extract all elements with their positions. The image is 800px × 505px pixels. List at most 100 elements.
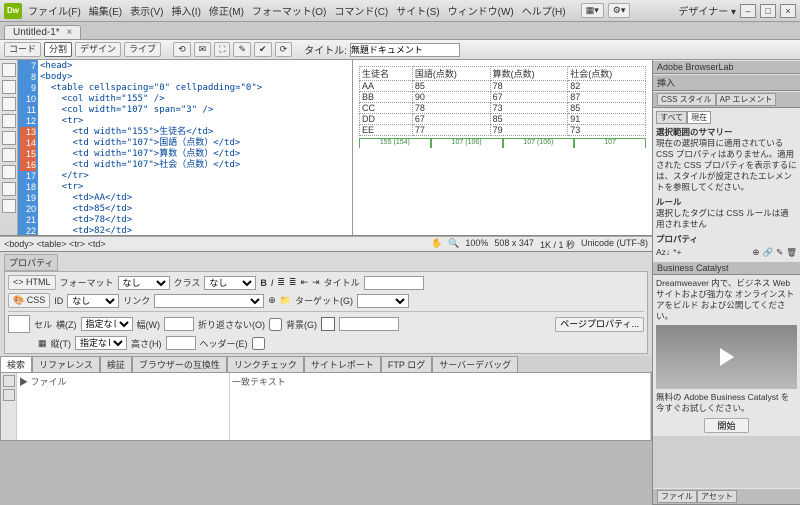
properties-title[interactable]: プロパティ <box>4 254 58 271</box>
html-mode-tab[interactable]: <> HTML <box>8 275 56 290</box>
gutter-icon[interactable] <box>2 131 16 145</box>
toolbar-icon-3[interactable]: ⛶ <box>214 42 230 57</box>
results-stop-icon[interactable] <box>3 389 15 401</box>
results-tab[interactable]: FTP ログ <box>381 356 432 372</box>
viewport-size[interactable]: 508 x 347 <box>494 238 534 251</box>
cell-icon[interactable] <box>8 315 30 333</box>
results-tab[interactable]: 検索 <box>0 356 32 372</box>
toolbar-icon-1[interactable]: ⟲ <box>173 42 191 57</box>
nowrap-checkbox[interactable] <box>269 318 282 331</box>
css-mode-tab[interactable]: 🎨 CSS <box>8 293 50 308</box>
tag-breadcrumb[interactable]: <body> <table> <tr> <td> <box>4 239 106 249</box>
results-tab[interactable]: サーバーデバッグ <box>432 356 518 372</box>
view-code-button[interactable]: コード <box>4 42 41 57</box>
italic-button[interactable]: I <box>271 278 274 288</box>
link-target-icon[interactable]: ⊕ <box>268 295 276 306</box>
target-select[interactable] <box>357 294 409 308</box>
css-panel-header[interactable]: CSS スタイル AP エレメント <box>653 91 800 108</box>
results-tab[interactable]: サイトレポート <box>304 356 381 372</box>
width-input[interactable] <box>164 317 194 331</box>
view-design-button[interactable]: デザイン <box>75 42 121 57</box>
menu-insert[interactable]: 挿入(I) <box>171 3 200 18</box>
css-add-icon[interactable]: Az↓ <box>656 247 670 258</box>
zoom-tool-icon[interactable]: 🔍 <box>448 238 459 251</box>
toolbar-icon-5[interactable]: ✔ <box>254 42 272 57</box>
code-view[interactable]: 7891011121314151617181920212223242526272… <box>18 60 352 235</box>
format-select[interactable]: なし <box>118 276 170 290</box>
menu-file[interactable]: ファイル(F) <box>28 3 81 18</box>
bg-swatch[interactable] <box>321 317 335 331</box>
menu-help[interactable]: ヘルプ(H) <box>522 3 566 18</box>
design-view[interactable]: 生徒名国語(点数)算数(点数)社会(点数)AA857882BB906787CC7… <box>352 60 652 235</box>
outdent-icon[interactable]: ⇤ <box>300 277 308 288</box>
browserlab-panel-header[interactable]: Adobe BrowserLab <box>653 60 800 74</box>
document-tab[interactable]: Untitled-1* × <box>4 25 81 39</box>
layout-icon[interactable]: ▦▾ <box>581 3 604 18</box>
list-ul-icon[interactable]: ≣ <box>277 277 285 288</box>
height-input[interactable] <box>166 336 196 350</box>
document-tab-close[interactable]: × <box>66 27 72 38</box>
id-select[interactable]: なし <box>67 294 119 308</box>
menu-site[interactable]: サイト(S) <box>396 3 439 18</box>
css-trash-icon[interactable]: 🗑 <box>786 247 797 258</box>
title2-input[interactable] <box>364 276 424 290</box>
gutter-icon[interactable] <box>2 182 16 196</box>
css-new-icon[interactable]: ⊕ <box>752 247 759 258</box>
css-styles-tab[interactable]: CSS スタイル <box>657 93 716 106</box>
indent-icon[interactable]: ⇥ <box>312 277 320 288</box>
vert-select[interactable]: 指定なし <box>75 336 127 350</box>
toolbar-icon-6[interactable]: ⟳ <box>275 42 293 57</box>
close-button[interactable]: × <box>780 4 796 18</box>
bold-button[interactable]: B <box>260 278 267 288</box>
workspace-switcher[interactable]: デザイナー ▾ <box>678 3 736 18</box>
bc-start-button[interactable]: 開始 <box>704 418 748 433</box>
bg-input[interactable] <box>339 317 399 331</box>
gutter-icon[interactable] <box>2 165 16 179</box>
page-properties-button[interactable]: ページプロパティ... <box>555 317 644 332</box>
files-tab[interactable]: ファイル <box>657 490 697 503</box>
css-current-tab[interactable]: 現在 <box>687 111 711 124</box>
gutter-icon[interactable] <box>2 114 16 128</box>
menu-edit[interactable]: 編集(E) <box>89 3 122 18</box>
gutter-icon[interactable] <box>2 199 16 213</box>
gutter-icon[interactable] <box>2 80 16 94</box>
horz-select[interactable]: 指定なし <box>81 317 133 331</box>
link-select[interactable] <box>154 294 264 308</box>
title-input[interactable] <box>350 43 460 57</box>
class-select[interactable]: なし <box>204 276 256 290</box>
results-tab[interactable]: 検証 <box>100 356 132 372</box>
gutter-icon[interactable] <box>2 97 16 111</box>
minimize-button[interactable]: – <box>740 4 756 18</box>
results-tab[interactable]: リンクチェック <box>227 356 304 372</box>
merge-split-icon[interactable]: ▦ <box>38 338 47 349</box>
maximize-button[interactable]: □ <box>760 4 776 18</box>
bc-panel-header[interactable]: Business Catalyst <box>653 261 800 275</box>
assets-tab[interactable]: アセット <box>697 490 737 503</box>
menu-commands[interactable]: コマンド(C) <box>334 3 388 18</box>
link-folder-icon[interactable]: 📁 <box>280 295 291 306</box>
css-all-tab[interactable]: すべて <box>656 111 687 124</box>
view-split-button[interactable]: 分割 <box>44 42 72 57</box>
toolbar-icon-4[interactable]: ✎ <box>233 42 251 57</box>
ap-elements-tab[interactable]: AP エレメント <box>716 93 777 106</box>
list-ol-icon[interactable]: ≣ <box>289 277 297 288</box>
css-link-icon[interactable]: 🔗 <box>762 247 773 258</box>
insert-panel-header[interactable]: 挿入 <box>653 74 800 91</box>
menu-view[interactable]: 表示(V) <box>130 3 163 18</box>
menu-window[interactable]: ウィンドウ(W) <box>448 3 514 18</box>
bc-promo-image[interactable] <box>656 325 797 389</box>
hand-tool-icon[interactable]: ✋ <box>431 238 442 251</box>
gutter-icon[interactable] <box>2 148 16 162</box>
menu-modify[interactable]: 修正(M) <box>209 3 244 18</box>
design-table[interactable]: 生徒名国語(点数)算数(点数)社会(点数)AA857882BB906787CC7… <box>359 66 646 136</box>
view-live-button[interactable]: ライブ <box>124 42 161 57</box>
results-tab[interactable]: リファレンス <box>32 356 100 372</box>
toolbar-icon-2[interactable]: ✉ <box>194 42 212 57</box>
zoom-value[interactable]: 100% <box>465 238 488 251</box>
css-edit-icon[interactable]: ✎ <box>776 247 783 258</box>
results-run-icon[interactable] <box>3 375 15 387</box>
css-cascade-icon[interactable]: *+ <box>673 247 681 258</box>
gutter-icon[interactable] <box>2 63 16 77</box>
menu-format[interactable]: フォーマット(O) <box>252 3 326 18</box>
files-panel-header[interactable]: ファイル アセット <box>653 488 800 505</box>
